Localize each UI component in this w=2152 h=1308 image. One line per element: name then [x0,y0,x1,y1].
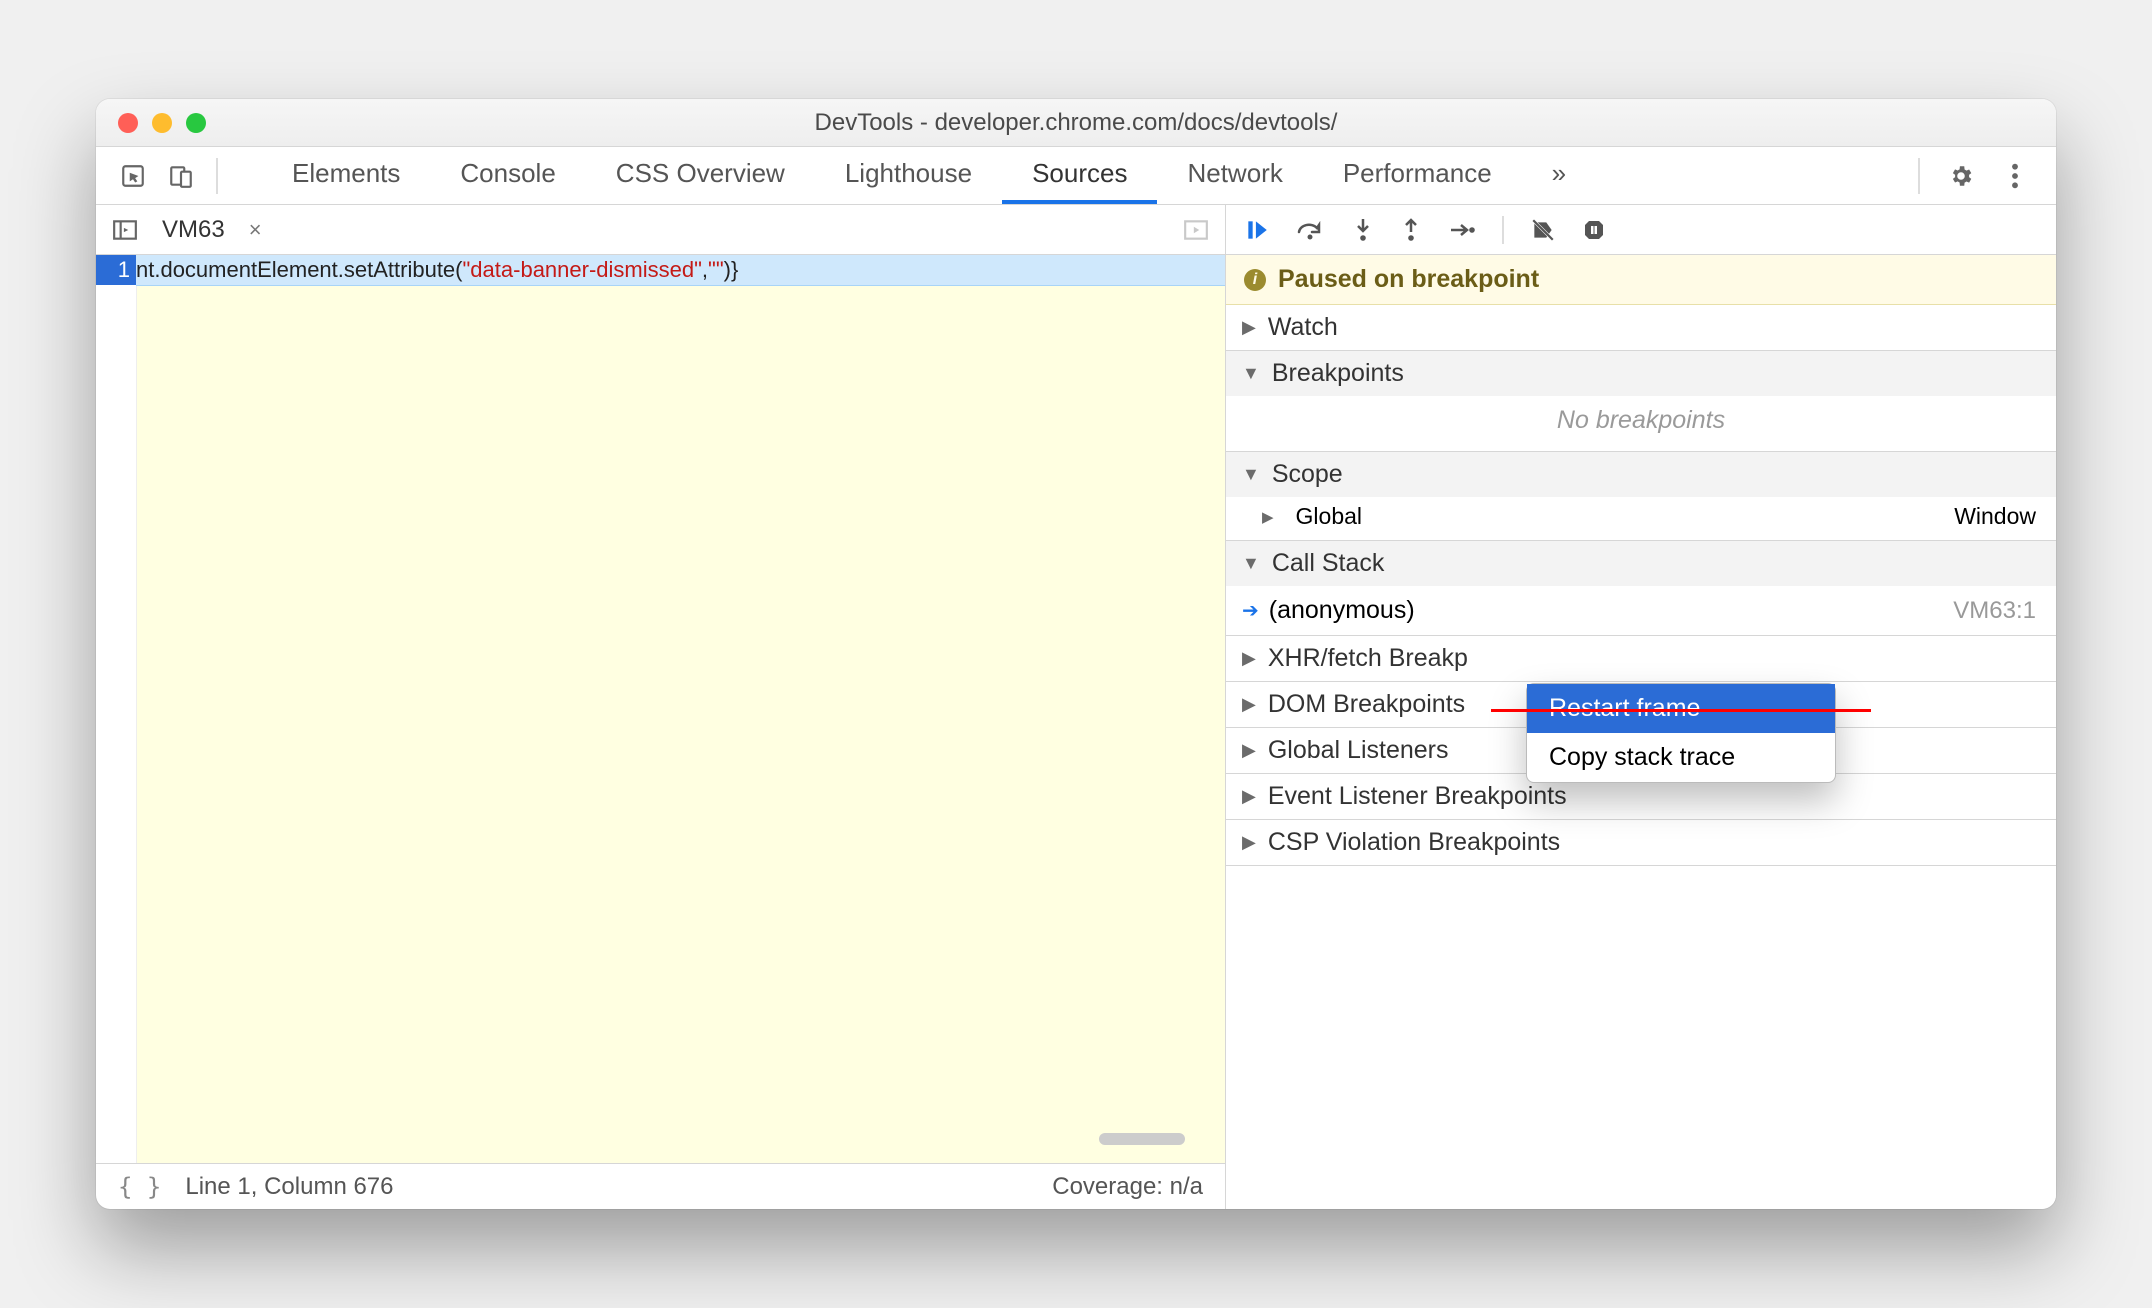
line-number[interactable]: 1 [96,255,136,285]
triangle-right-icon: ▶ [1242,832,1256,853]
section-callstack: ▼Call Stack ➔ (anonymous) VM63:1 [1226,541,2056,636]
window-title: DevTools - developer.chrome.com/docs/dev… [815,109,1338,137]
triangle-right-icon: ▶ [1262,508,1274,526]
tab-lighthouse[interactable]: Lighthouse [815,147,1002,204]
inspect-element-icon[interactable] [120,163,146,189]
horizontal-scrollbar[interactable] [1099,1133,1185,1145]
section-csp: ▶CSP Violation Breakpoints [1226,820,2056,866]
csp-header[interactable]: ▶CSP Violation Breakpoints [1226,820,2056,865]
code-content: nt.documentElement.setAttribute("data-ba… [136,255,1225,1163]
step-icon[interactable] [1448,219,1476,241]
code-editor[interactable]: 1 nt.documentElement.setAttribute("data-… [96,255,1225,1163]
breakpoints-header[interactable]: ▼Breakpoints [1226,351,2056,396]
divider [1502,216,1504,244]
triangle-right-icon: ▶ [1242,694,1256,715]
pretty-print-icon[interactable]: { } [118,1173,161,1201]
tab-sources[interactable]: Sources [1002,147,1157,204]
divider [216,158,218,194]
context-item-restart-frame[interactable]: Restart frame [1527,684,1835,733]
strikethrough-annotation [1491,709,1871,712]
tabbar-left [96,158,242,194]
pause-banner: i Paused on breakpoint [1226,255,2056,305]
section-scope: ▼Scope ▶Global Window [1226,452,2056,541]
tabbar-right [1890,158,2056,194]
triangle-down-icon: ▼ [1242,553,1260,574]
debugger-panel: i Paused on breakpoint ▶Watch ▼Breakpoin… [1226,205,2056,1209]
step-out-icon[interactable] [1400,217,1422,243]
xhr-header[interactable]: ▶XHR/fetch Breakp [1226,636,2056,681]
info-icon: i [1244,269,1266,291]
file-tab-vm63[interactable]: VM63 [156,212,231,248]
cursor-position: Line 1, Column 676 [185,1173,393,1201]
stack-frame-name: (anonymous) [1269,596,1415,625]
scope-global-row[interactable]: ▶Global Window [1226,497,2056,540]
tab-performance[interactable]: Performance [1313,147,1522,204]
close-window-icon[interactable] [118,113,138,133]
scope-global-value: Window [1954,503,2036,530]
section-breakpoints: ▼Breakpoints No breakpoints [1226,351,2056,452]
triangle-right-icon: ▶ [1242,786,1256,807]
file-tabs: VM63 × [96,205,1225,255]
gutter: 1 [96,255,136,1163]
context-menu: Restart frame Copy stack trace [1526,683,1836,783]
triangle-down-icon: ▼ [1242,464,1260,485]
resume-icon[interactable] [1244,217,1270,243]
stack-frame-row[interactable]: ➔ (anonymous) VM63:1 [1226,586,2056,635]
main-tabbar: Elements Console CSS Overview Lighthouse… [96,147,2056,205]
watch-header[interactable]: ▶Watch [1226,305,2056,350]
callstack-header[interactable]: ▼Call Stack [1226,541,2056,586]
no-breakpoints-label: No breakpoints [1226,396,2056,451]
device-toolbar-icon[interactable] [168,163,194,189]
code-line-1[interactable]: nt.documentElement.setAttribute("data-ba… [136,255,1225,286]
sources-panel: VM63 × 1 nt.documentElement.setAttribute… [96,205,1226,1209]
triangle-right-icon: ▶ [1242,317,1256,338]
section-xhr: ▶XHR/fetch Breakp [1226,636,2056,682]
navigator-toggle-icon[interactable] [110,215,140,245]
settings-gear-icon[interactable] [1948,163,1974,189]
editor-statusbar: { } Line 1, Column 676 Coverage: n/a [96,1163,1225,1209]
step-over-icon[interactable] [1296,217,1326,243]
section-watch: ▶Watch [1226,305,2056,351]
triangle-right-icon: ▶ [1242,740,1256,761]
tab-network[interactable]: Network [1157,147,1312,204]
tab-overflow[interactable]: » [1522,147,1596,204]
pause-reason: Paused on breakpoint [1278,265,1539,294]
coverage-status: Coverage: n/a [1052,1173,1203,1201]
editor-empty-area [136,286,1225,1163]
context-item-copy-stack-trace[interactable]: Copy stack trace [1527,733,1835,782]
divider [1918,158,1920,194]
titlebar: DevTools - developer.chrome.com/docs/dev… [96,99,2056,147]
main-tabs: Elements Console CSS Overview Lighthouse… [262,147,1890,204]
triangle-right-icon: ▶ [1242,648,1256,669]
pause-on-exceptions-icon[interactable] [1582,218,1606,242]
tab-console[interactable]: Console [430,147,585,204]
stack-frame-location: VM63:1 [1953,597,2036,625]
tab-elements[interactable]: Elements [262,147,430,204]
debugger-toolbar [1226,205,2056,255]
minimize-window-icon[interactable] [152,113,172,133]
close-tab-icon[interactable]: × [249,217,262,243]
triangle-down-icon: ▼ [1242,363,1260,384]
deactivate-breakpoints-icon[interactable] [1530,217,1556,243]
run-snippet-icon[interactable] [1181,215,1211,245]
tab-css-overview[interactable]: CSS Overview [586,147,815,204]
traffic-lights [118,113,206,133]
content-area: VM63 × 1 nt.documentElement.setAttribute… [96,205,2056,1209]
devtools-window: DevTools - developer.chrome.com/docs/dev… [96,99,2056,1209]
zoom-window-icon[interactable] [186,113,206,133]
scope-header[interactable]: ▼Scope [1226,452,2056,497]
current-frame-arrow-icon: ➔ [1242,598,1259,623]
more-menu-icon[interactable] [2002,163,2028,189]
step-into-icon[interactable] [1352,217,1374,243]
